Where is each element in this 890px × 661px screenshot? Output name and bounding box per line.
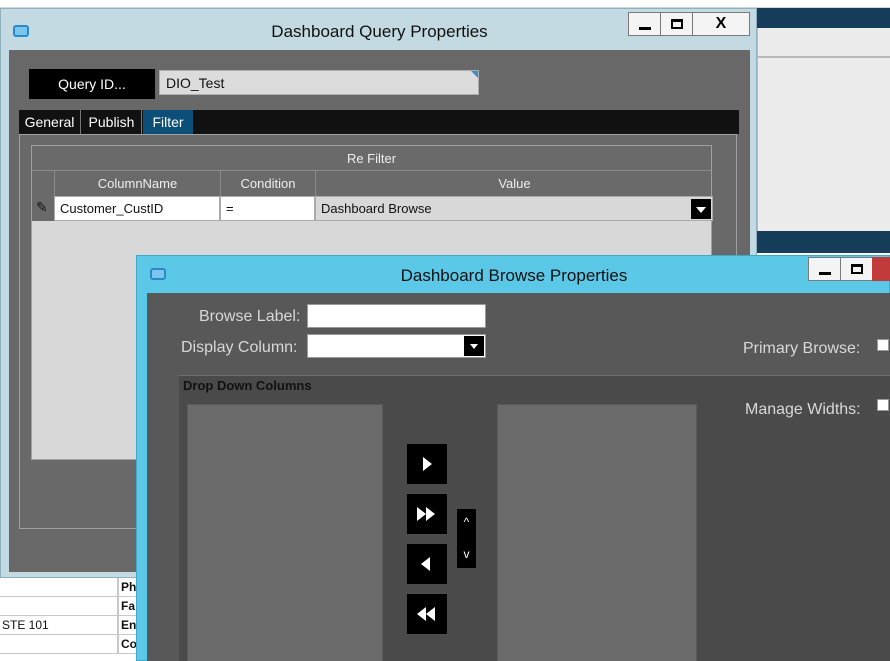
cell-value-dropdown[interactable]: Dashboard Browse (315, 196, 713, 221)
browse-properties-window: Dashboard Browse Properties Browse Label… (136, 255, 890, 661)
maximize-button[interactable] (840, 257, 873, 281)
minimize-button[interactable] (808, 257, 841, 281)
table-cell (0, 578, 118, 597)
selected-columns-list[interactable] (497, 404, 697, 661)
browse-label-label: Browse Label: (199, 308, 301, 325)
table-row: ✎ Customer_CustID = Dashboard Browse (32, 196, 713, 221)
chevron-down-icon[interactable] (464, 336, 484, 356)
tab-general[interactable]: General (19, 110, 81, 134)
manage-widths-label: Manage Widths: (745, 401, 861, 418)
close-button[interactable] (872, 257, 890, 281)
table-cell (0, 635, 118, 654)
minimize-icon (638, 26, 651, 30)
minimize-icon (818, 271, 831, 275)
tab-filter[interactable]: Filter (143, 110, 193, 134)
table-row: Fa (0, 597, 140, 616)
table-row: STE 101 En (0, 616, 140, 635)
double-arrow-left-icon (417, 607, 426, 621)
column-header-columnname[interactable]: ColumnName (54, 171, 220, 196)
grid-column-headers: ColumnName Condition Value (32, 171, 711, 196)
move-left-button[interactable] (407, 544, 447, 584)
arrow-left-icon (421, 557, 430, 571)
column-header-condition[interactable]: Condition (220, 171, 315, 196)
close-button[interactable]: X (692, 12, 750, 36)
table-cell: STE 101 (2, 618, 49, 632)
double-arrow-left-icon (426, 607, 435, 621)
maximize-icon (670, 19, 683, 29)
query-window-titlebar[interactable]: Dashboard Query Properties X (1, 9, 756, 49)
move-up-icon[interactable]: ^ (457, 515, 476, 529)
drop-down-columns-group: Drop Down Columns ^ v Manage Widths: (179, 375, 890, 661)
chevron-down-icon[interactable] (691, 199, 711, 219)
query-id-value: DIO_Test (166, 75, 225, 91)
background-window-bar (757, 231, 890, 253)
browse-label-input[interactable] (307, 304, 486, 328)
browse-window-body: Browse Label: Display Column: Primary Br… (147, 293, 890, 661)
move-right-button[interactable] (407, 444, 447, 484)
display-column-select[interactable] (307, 334, 486, 358)
primary-browse-checkbox[interactable] (877, 339, 889, 351)
primary-browse-label: Primary Browse: (743, 340, 861, 357)
close-icon: X (715, 15, 727, 32)
table-row: Co (0, 635, 140, 654)
table-cell (0, 597, 118, 616)
table-row: Ph (0, 578, 140, 597)
available-columns-list[interactable] (187, 404, 383, 661)
tab-publish[interactable]: Publish (82, 110, 142, 134)
cell-value-text: Dashboard Browse (321, 201, 432, 216)
move-all-left-button[interactable] (407, 594, 447, 634)
display-column-label: Display Column: (181, 339, 298, 356)
background-table: Ph Fa STE 101 En Co (0, 578, 140, 661)
maximize-button[interactable] (660, 12, 693, 36)
background-window-panel (757, 28, 890, 231)
arrow-right-icon (423, 457, 432, 471)
cell-column-name[interactable]: Customer_CustID (54, 196, 220, 221)
browse-window-title: Dashboard Browse Properties (400, 266, 628, 285)
double-arrow-right-icon (426, 507, 435, 521)
row-edit-pencil-icon[interactable]: ✎ (32, 196, 54, 221)
double-arrow-right-icon (417, 507, 426, 521)
manage-widths-checkbox[interactable] (877, 399, 889, 411)
drop-down-columns-title: Drop Down Columns (183, 378, 312, 393)
cell-condition[interactable]: = (220, 196, 315, 221)
field-corner-marker (471, 71, 478, 78)
tab-strip: General Publish Filter (19, 110, 739, 134)
maximize-icon (850, 264, 863, 274)
query-id-field[interactable]: DIO_Test (159, 70, 479, 95)
minimize-button[interactable] (628, 12, 661, 36)
background-top-strip (0, 0, 890, 8)
background-divider (757, 56, 890, 58)
move-all-right-button[interactable] (407, 494, 447, 534)
query-id-button[interactable]: Query ID... (29, 69, 155, 99)
background-window-header (757, 8, 890, 28)
column-header-value[interactable]: Value (315, 171, 713, 196)
reorder-buttons[interactable]: ^ v (457, 509, 476, 568)
grid-group-header: Re Filter (32, 146, 711, 171)
move-down-icon[interactable]: v (457, 547, 476, 561)
